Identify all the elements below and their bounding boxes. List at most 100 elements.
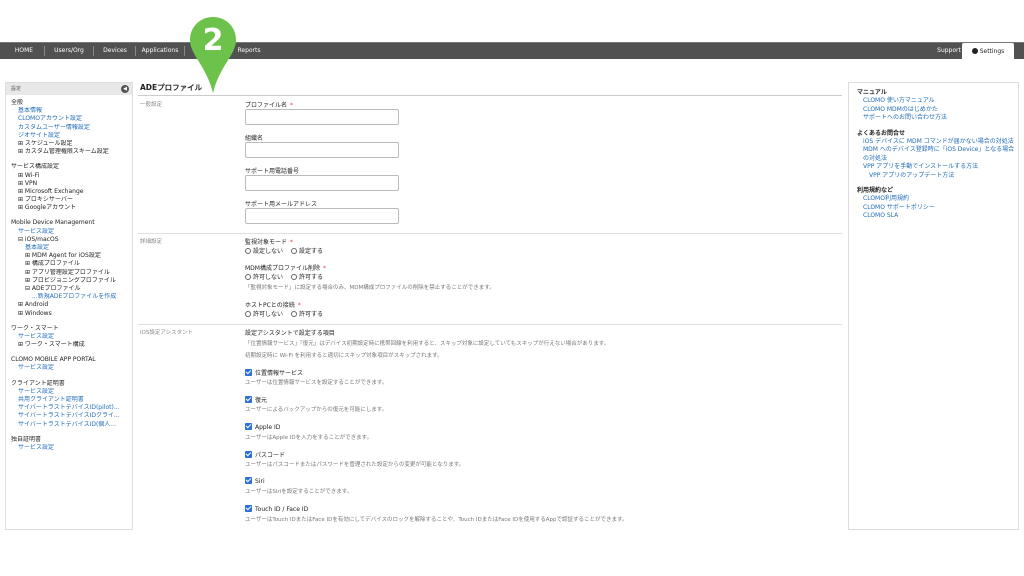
checkbox-checked[interactable] [245, 504, 252, 512]
mdm-remove-opt-deny-label: 許可しない [253, 274, 284, 281]
collapse-icon[interactable]: ◀ [121, 85, 129, 93]
sidebar-item[interactable]: サービス設定 [11, 444, 132, 452]
supervised-radio-off[interactable] [245, 248, 251, 254]
manual-link[interactable]: CLOMO MDMのはじめかた [857, 106, 1018, 115]
sidebar-item[interactable]: サービス設定 [11, 228, 132, 236]
faq-link[interactable]: iOS デバイスに MDM コマンドが届かない場合の対処法 [857, 138, 1018, 147]
sidebar-item[interactable]: ジオサイト設定 [11, 132, 132, 140]
supervised-opt-off-label: 設定しない [253, 248, 284, 255]
supervised-label: 監視対象モード * [245, 237, 293, 246]
sidebar-item[interactable]: ⊞ Windows [11, 310, 132, 318]
terms-heading: 利用規約など [857, 187, 894, 194]
sidebar-item[interactable]: ⊞ プロキシサーバー [11, 196, 132, 204]
sidebar-item[interactable]: ⊞ ワーク・スマート構成 [11, 341, 132, 349]
sidebar-item[interactable]: ⊞ MDM Agent for iOS設定 [11, 252, 132, 260]
checkbox-checked[interactable] [245, 450, 252, 458]
supervised-radio-on[interactable] [290, 248, 297, 254]
sidebar-section-heading: Mobile Device Management [11, 219, 95, 227]
mdm-remove-radio-allow[interactable] [290, 274, 297, 280]
sidebar-item[interactable]: ⊟ iOS/macOS [11, 236, 132, 244]
sidebar-item[interactable]: ⊞ Android [11, 301, 132, 309]
manual-link[interactable]: サポートへのお問い合わせ方法 [857, 114, 1018, 123]
sidebar-item[interactable]: 基本設定 [11, 244, 132, 252]
sidebar-item[interactable]: ...新規ADEプロファイルを作成 [11, 293, 132, 301]
nav-divider [44, 46, 45, 56]
sidebar-item[interactable]: カスタムユーザー情報設定 [11, 124, 132, 132]
manual-link[interactable]: CLOMO 使い方マニュアル [857, 97, 1018, 106]
sidebar-item[interactable]: ⊞ Googleアカウント [11, 204, 132, 212]
sidebar-item[interactable]: ⊞ スケジュール設定 [11, 140, 132, 148]
org-name-input[interactable] [245, 142, 399, 158]
sidebar-tree: 全般 基本情報 CLOMOアカウント設定 カスタムユーザー情報設定 ジオサイト設定 ⊞ ス… [6, 95, 132, 452]
host-pc-radio-allow[interactable] [290, 311, 297, 317]
sidebar-section-heading: ワーク・スマート [11, 324, 59, 332]
org-name-label: 組織名 [245, 135, 264, 142]
sidebar-item[interactable]: サービス設定 [11, 333, 132, 341]
assistant-option: Touch ID / Face ID [245, 504, 308, 513]
checkbox-checked[interactable] [245, 369, 252, 376]
nav-home[interactable]: HOME [6, 43, 42, 59]
assistant-option-description: ユーザーはSiriを設定することができます。 [245, 489, 353, 496]
top-nav-bar: HOME Users/Org Devices Applications Repo… [0, 42, 1024, 60]
checkbox-checked[interactable] [245, 477, 252, 485]
sidebar-item[interactable]: ⊞ プロビジョニングプロファイル [11, 277, 132, 285]
terms-link[interactable]: CLOMO サポートポリシー [857, 204, 1018, 213]
nav-users-org[interactable]: Users/Org [48, 43, 90, 59]
support-email-label: サポート用メールアドレス [245, 201, 318, 208]
sidebar-item[interactable]: ⊟ ADEプロファイル [11, 285, 132, 293]
sidebar-item[interactable]: サービス設定 [11, 388, 132, 396]
host-pc-radio-deny[interactable] [245, 311, 251, 317]
faq-link[interactable]: VPP アプリのアップデート方法 [857, 172, 1018, 181]
assistant-option: パスコード [245, 450, 285, 459]
sidebar-item[interactable]: 共用クライアント証明書 [11, 396, 132, 404]
mdm-remove-label: MDM構成プロファイル削除 * [245, 263, 326, 272]
host-pc-text: ホストPCとの接続 [245, 302, 295, 309]
sidebar-item[interactable]: ⊞ 構成プロファイル [11, 260, 132, 268]
mdm-remove-radio-deny[interactable] [245, 274, 251, 280]
support-phone-input[interactable] [245, 175, 399, 191]
assistant-option-description: ユーザーはApple IDを入力をすることができます。 [245, 434, 373, 441]
sidebar-item[interactable]: サイバートラストデバイスID(pilot)... [11, 404, 132, 412]
profile-name-text: プロファイル名 [245, 102, 288, 109]
section-label-assistant: iOS設定アシスタント [140, 330, 194, 336]
title-divider [138, 95, 842, 96]
supervised-text: 監視対象モード [245, 239, 288, 246]
sidebar-item[interactable]: ⊞ VPN [11, 180, 132, 188]
faq-link[interactable]: MDM へのデバイス登録時に「iOS Device」となる場合の対処法 [857, 146, 1018, 163]
sidebar-item[interactable]: サイバートラストデバイスID(個人... [11, 421, 132, 429]
sidebar-item[interactable]: サイバートラストデバイスIDクライ... [11, 412, 132, 420]
terms-link[interactable]: CLOMO利用規約 [857, 195, 1018, 204]
mdm-remove-note: 「監視対象モード」に設定する場合のみ、MDM構成プロファイルの削除を禁止すること… [245, 285, 495, 291]
nav-applications[interactable]: Applications [138, 43, 182, 59]
sidebar-item[interactable]: ⊞ Microsoft Exchange [11, 188, 132, 196]
sidebar-item[interactable]: ⊞ Wi-Fi [11, 172, 132, 180]
assistant-option-label: Apple ID [255, 423, 281, 431]
nav-divider [93, 46, 94, 56]
required-mark: * [297, 302, 301, 309]
nav-devices[interactable]: Devices [97, 43, 133, 59]
nav-settings-tab[interactable]: Settings [962, 43, 1014, 60]
faq-link[interactable]: VPP アプリを手動でインストールする方法 [857, 163, 1018, 172]
assistant-option-description: ユーザーはパスコードまたはパスワードを管理された設定からの変更が可能となります。 [245, 461, 465, 468]
sidebar-item[interactable]: CLOMOアカウント設定 [11, 115, 132, 123]
sidebar-item[interactable]: 基本情報 [11, 107, 132, 115]
manual-heading: マニュアル [857, 89, 887, 96]
assistant-option-label: 位置情報サービス [255, 370, 304, 377]
terms-link[interactable]: CLOMO SLA [857, 212, 1018, 221]
step-marker-number: 2 [203, 23, 224, 58]
checkbox-checked[interactable] [245, 422, 252, 430]
checkbox-checked[interactable] [245, 396, 252, 404]
supervised-opt-on-label: 設定する [298, 248, 323, 255]
assistant-heading: 設定アシスタントで設定する項目 [245, 330, 335, 337]
sidebar-item[interactable]: ⊞ カスタム管理権限スキーム設定 [11, 148, 132, 156]
sidebar-item[interactable]: ⊞ アプリ管理設定プロファイル [11, 269, 132, 277]
nav-divider [135, 46, 136, 56]
profile-name-input[interactable] [245, 109, 399, 125]
sidebar-section-heading: 全般 [11, 99, 24, 106]
support-email-input[interactable] [245, 208, 399, 224]
sidebar-item[interactable]: サービス設定 [11, 364, 132, 372]
